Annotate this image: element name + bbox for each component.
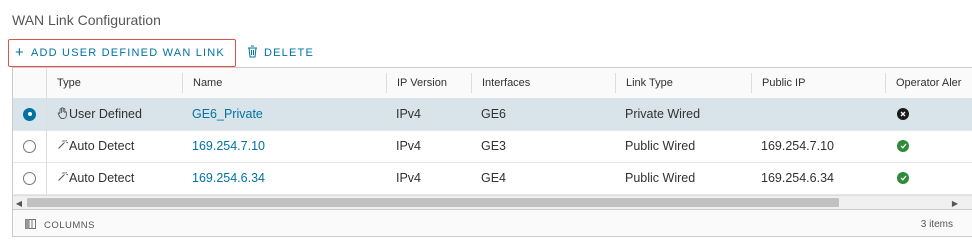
row-name-link[interactable]: 169.254.7.10 [182,130,386,162]
row-public-ip: 169.254.7.10 [761,139,834,153]
row-select-radio[interactable] [23,139,36,153]
column-header-type[interactable]: Type [47,68,182,98]
item-count: 3 items [920,219,953,230]
ok-status-icon [897,140,909,152]
columns-toggle-button[interactable]: COLUMNS [25,219,95,232]
row-name-link[interactable]: GE6_Private [182,98,386,130]
scroll-right-icon[interactable]: ▶ [949,196,961,210]
row-link-type: Public Wired [625,171,696,185]
row-interface: GE6 [481,107,507,121]
row-public-ip [751,98,885,130]
delete-button-label: DELETE [263,47,314,59]
row-ip-version: IPv4 [396,107,422,121]
row-select-radio[interactable] [23,171,36,185]
row-name-link[interactable]: 169.254.6.34 [182,162,386,194]
wan-link-grid: Type Name IP Version Interfaces Link Typ… [12,67,972,237]
hand-icon [57,106,68,122]
column-header-ip-version[interactable]: IP Version [386,73,471,93]
row-public-ip: 169.254.6.34 [761,171,834,185]
table-row[interactable]: User Defined GE6_Private IPv4 GE6 Privat… [13,98,972,131]
row-type: Auto Detect [69,171,135,185]
row-select-radio[interactable] [23,107,36,121]
row-link-type: Private Wired [625,107,701,121]
columns-icon [25,219,36,232]
add-user-defined-wan-link-button[interactable]: + ADD USER DEFINED WAN LINK [8,39,236,67]
column-header-name[interactable]: Name [182,73,386,93]
row-interface: GE4 [481,171,507,185]
row-ip-version: IPv4 [396,171,422,185]
scroll-left-icon[interactable]: ◀ [13,196,25,210]
column-header-operator-alerts[interactable]: Operator Aler [885,73,972,93]
column-header-public-ip[interactable]: Public IP [751,73,885,93]
add-button-label: ADD USER DEFINED WAN LINK [30,47,225,59]
column-header-interfaces[interactable]: Interfaces [471,73,615,93]
row-link-type: Public Wired [625,139,696,153]
trash-icon [247,45,258,61]
toolbar: + ADD USER DEFINED WAN LINK DELETE [8,38,314,68]
row-interface: GE3 [481,139,507,153]
error-status-icon [897,108,909,120]
grid-header: Type Name IP Version Interfaces Link Typ… [13,68,972,99]
delete-button[interactable]: DELETE [247,45,314,61]
scrollbar-thumb[interactable] [27,198,839,207]
wand-icon [57,139,68,153]
table-row[interactable]: Auto Detect 169.254.7.10 IPv4 GE3 Public… [13,130,972,163]
columns-label: COLUMNS [44,220,96,231]
wand-icon [57,171,68,185]
row-type: Auto Detect [69,139,135,153]
column-header-link-type[interactable]: Link Type [615,73,751,93]
plus-icon: + [15,43,25,61]
ok-status-icon [897,172,909,184]
row-type: User Defined [69,107,142,121]
horizontal-scrollbar[interactable]: ◀ ▶ [13,195,972,210]
row-ip-version: IPv4 [396,139,422,153]
page-title: WAN Link Configuration [12,12,161,28]
grid-footer: COLUMNS 3 items [13,209,972,236]
table-row[interactable]: Auto Detect 169.254.6.34 IPv4 GE4 Public… [13,162,972,195]
